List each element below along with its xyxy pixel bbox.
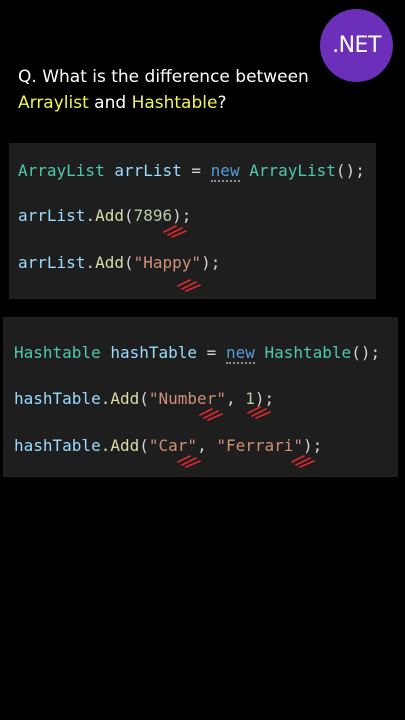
token-open: ( [123,206,134,225]
token-object: hashTable [14,436,101,455]
code-line-add-key-value-string: hashTable.Add("Car", "Ferrari"); [14,436,322,455]
token-type: ArrayList [18,161,105,180]
token-object: arrList [18,253,86,272]
token-object: hashTable [14,389,101,408]
token-object: arrList [18,206,86,225]
token-constructor: Hashtable [264,343,352,362]
token-method: Add [95,253,124,272]
token-variable: arrList [104,161,182,180]
token-type: Hashtable [14,343,101,362]
token-dot: . [100,436,111,455]
token-open: ( [123,253,134,272]
token-close: ); [201,253,221,272]
annotation-mark-key-car [177,455,201,468]
token-end: (); [351,343,381,362]
annotation-mark-value-number [247,406,271,419]
question-text: Q. What is the difference between Arrayl… [18,64,318,116]
token-open: ( [139,436,149,455]
code-line-hashtable-declaration: Hashtable hashTable = new Hashtable(); [14,343,381,364]
token-dot: . [85,206,96,225]
dotnet-logo: .NET [320,9,393,82]
token-variable: hashTable [100,343,198,362]
annotation-mark-value-ferrari [291,455,315,468]
annotation-mark-key-string [199,408,223,421]
code-line-add-string: arrList.Add("Happy"); [18,253,220,272]
token-string-arg: "Happy" [133,253,202,272]
token-constructor: ArrayList [249,161,336,180]
code-line-add-key-value-number: hashTable.Add("Number", 1); [14,389,274,408]
token-comma: , [225,389,246,408]
token-operator: = [181,161,211,180]
token-method: Add [95,206,124,225]
annotation-mark-string [177,279,201,292]
token-dot: . [85,253,96,272]
code-line-arraylist-declaration: ArrayList arrList = new ArrayList(); [18,161,365,182]
token-end: (); [335,161,365,180]
question-and: and [88,93,132,113]
token-open: ( [139,389,149,408]
token-operator: = [197,343,226,362]
token-keyword-new: new [210,161,240,182]
dotnet-logo-text: .NET [332,33,381,58]
term-arraylist: Arraylist [18,93,89,113]
token-keyword-new: new [225,343,255,364]
token-dot: . [100,389,111,408]
term-hashtable: Hashtable [131,93,218,113]
question-prefix: Q. What is the difference between [18,67,309,87]
annotation-mark-number [163,225,187,238]
token-method: Add [110,436,140,455]
question-suffix: ? [217,93,227,113]
token-method: Add [110,389,140,408]
